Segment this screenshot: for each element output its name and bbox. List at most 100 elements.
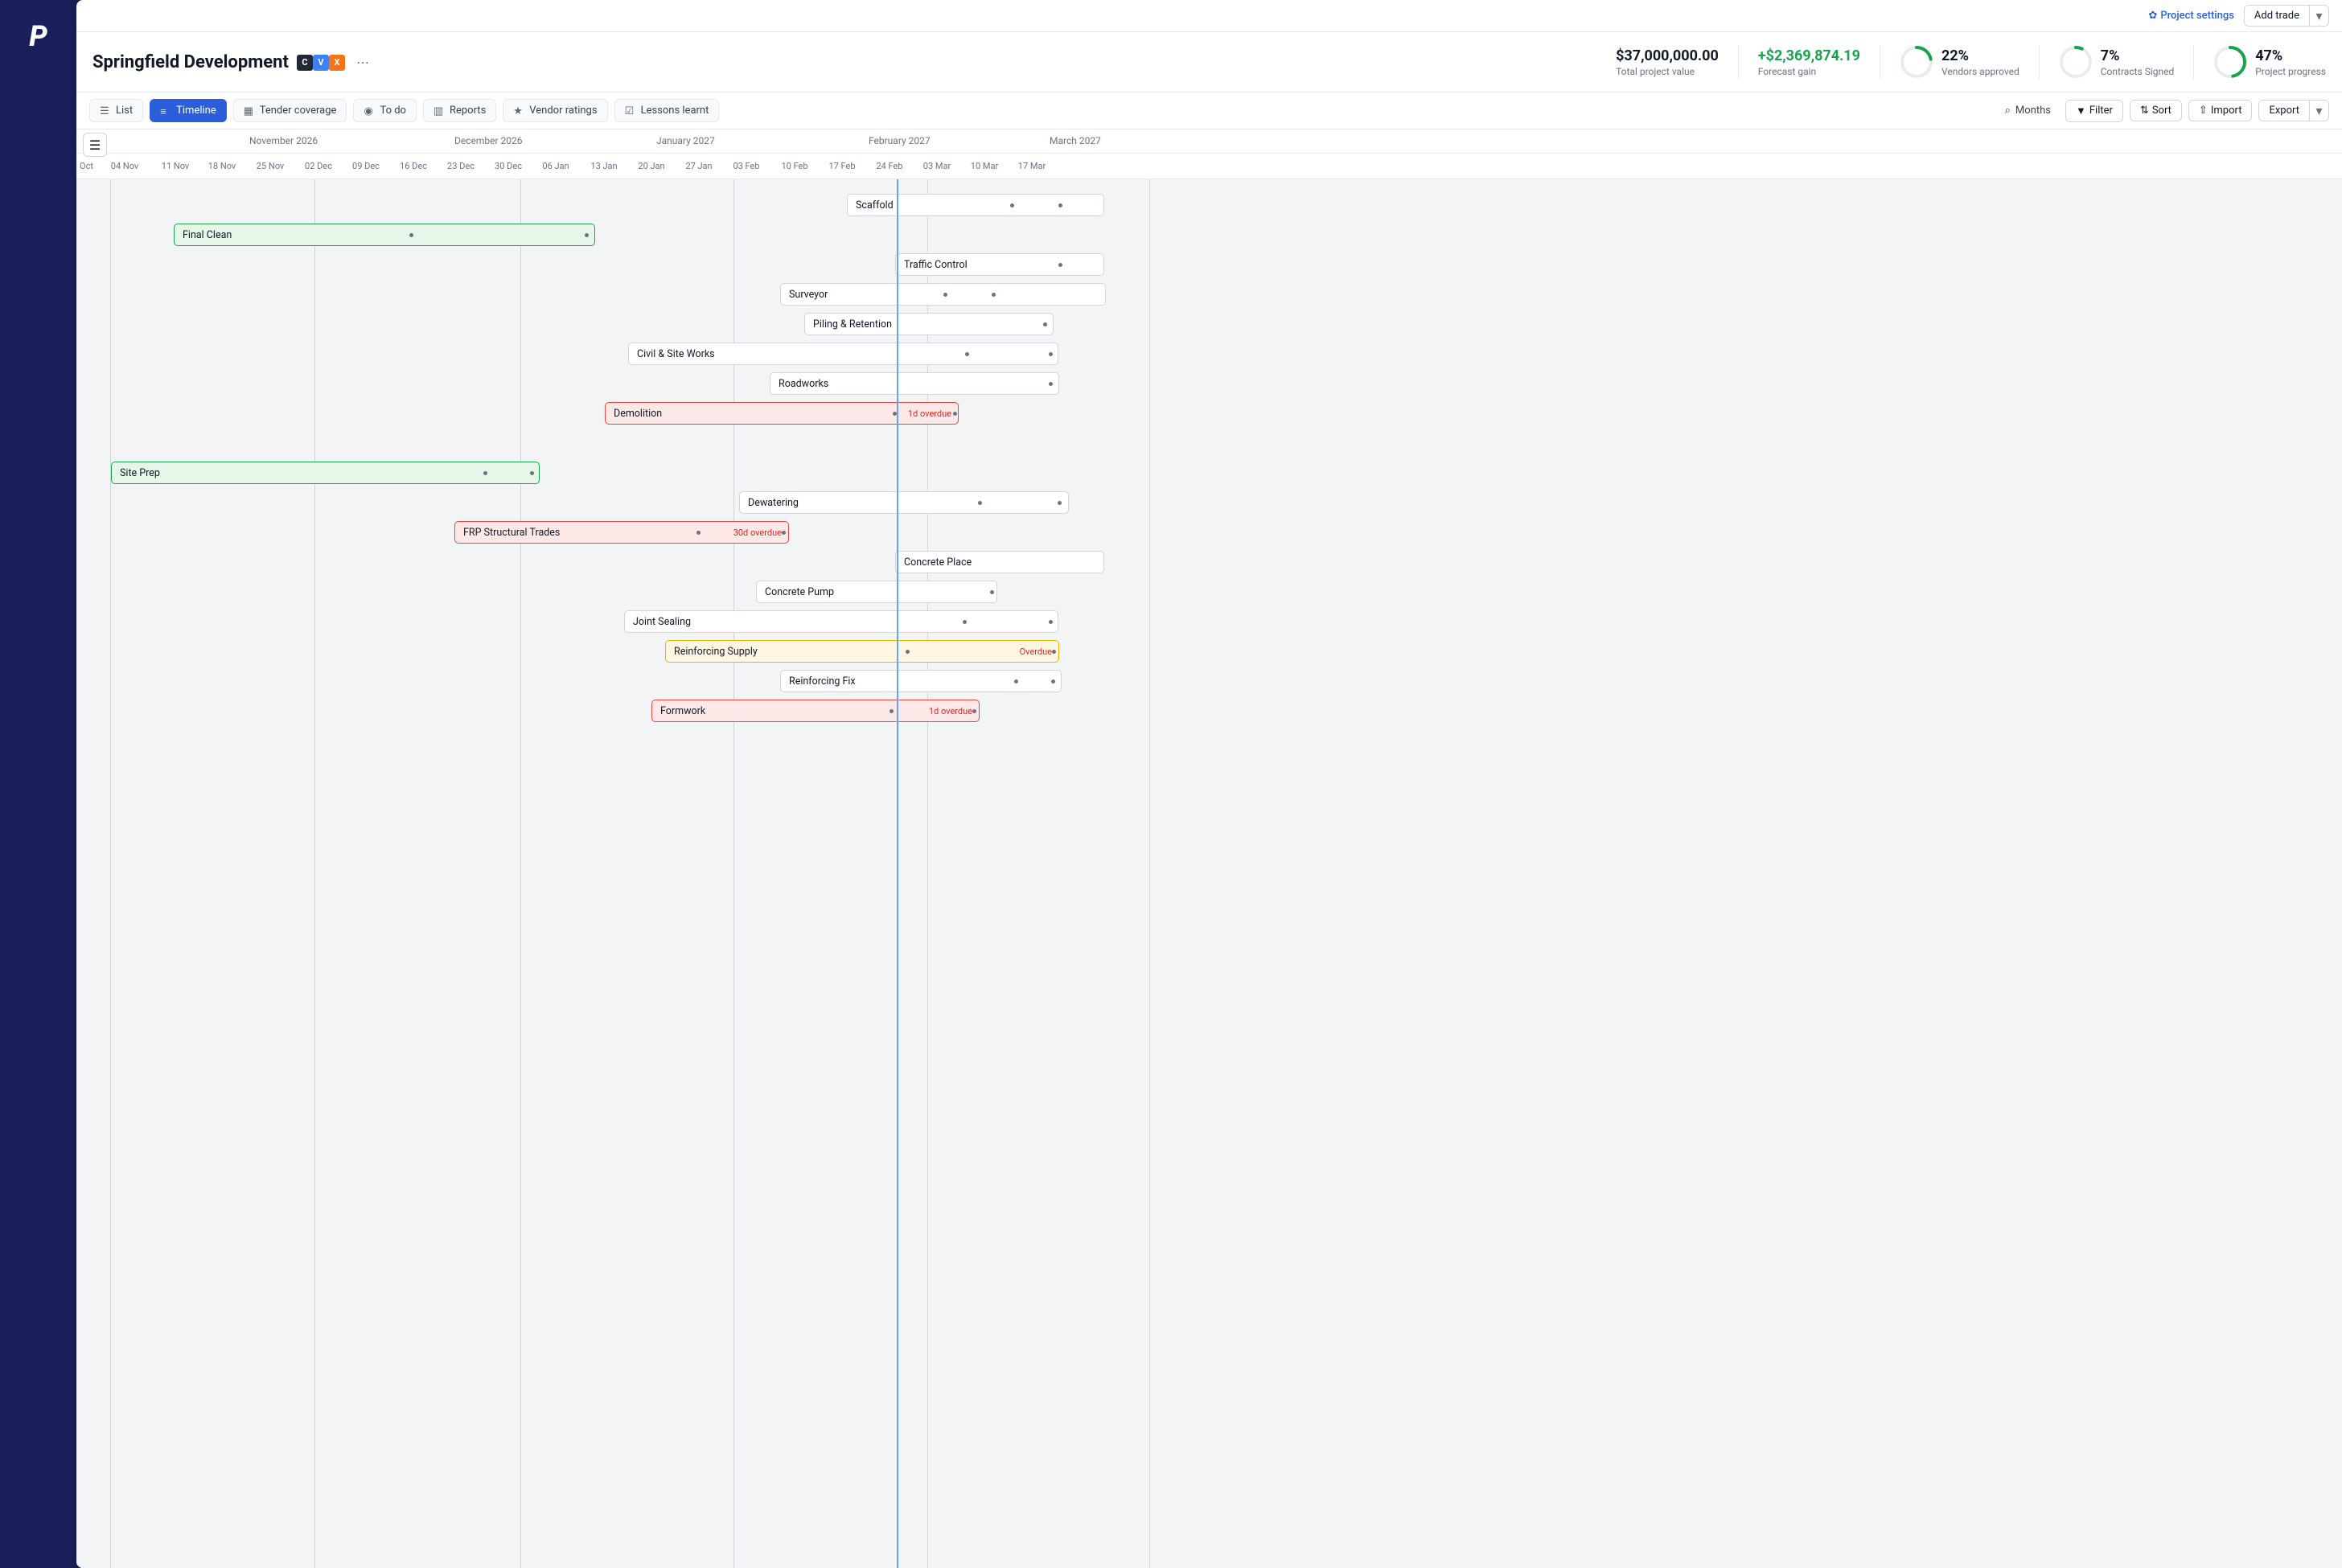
gantt-bar[interactable]: Final Clean [174,224,595,246]
add-trade-dropdown[interactable]: ▾ [2310,5,2329,27]
check-circle-icon: ◉ [364,105,375,117]
month-label: December 2026 [454,135,523,146]
gantt-bar[interactable]: Concrete Pump [756,581,997,603]
filter-icon: ▼ [2076,105,2086,117]
gantt-chart[interactable]: Scaffold Final Clean Traffic Control Survey… [76,179,2342,1568]
day-label: 17 Feb [828,161,855,171]
bar-label: Dewatering [748,497,799,509]
zoom-months[interactable]: ⌕Months [1997,100,2059,121]
ring-chart-vendors [1900,45,1933,79]
bar-label: Piling & Retention [813,318,892,330]
add-trade-button[interactable]: Add trade [2244,5,2310,27]
integration-badge[interactable]: C [297,55,313,71]
day-label: 24 Feb [876,161,902,171]
tab-lessons[interactable]: ☑Lessons learnt [614,99,720,122]
integration-badge[interactable]: X [329,55,345,71]
export-dropdown[interactable]: ▾ [2310,100,2329,121]
sort-icon: ⇅ [2140,105,2149,117]
milestone-dot [530,471,534,475]
tab-list[interactable]: ☰List [89,99,143,122]
gantt-bar[interactable]: Roadworks [770,372,1059,395]
app-logo: P [29,19,47,1568]
divider [2193,45,2194,79]
gantt-bar[interactable]: Joint Sealing [624,610,1058,633]
month-label: November 2026 [249,135,318,146]
day-label: 09 Dec [352,161,380,171]
gantt-bar[interactable]: Formwork1d overdue [651,700,980,722]
milestone-dot [890,709,894,713]
month-gridline [314,179,315,1568]
milestone-dot [1051,679,1055,683]
day-label: 10 Mar [971,161,998,171]
gantt-bar[interactable]: Traffic Control [895,253,1104,276]
gantt-bar[interactable]: Reinforcing Fix [780,670,1062,692]
more-icon[interactable]: ⋯ [353,55,372,70]
day-label: 13 Jan [590,161,617,171]
integration-badge[interactable]: V [313,55,329,71]
day-label: 04 Nov [111,161,138,171]
tab-tender[interactable]: ▦Tender coverage [233,99,347,122]
tab-timeline[interactable]: ≡Timeline [150,99,227,122]
gear-icon: ✿ [2148,10,2157,22]
milestone-dot [990,590,994,594]
milestone-dot [1010,203,1014,207]
gantt-bar[interactable]: Reinforcing SupplyOverdue [665,640,1059,663]
milestone-dot [906,650,910,654]
sort-button[interactable]: ⇅Sort [2130,100,2182,121]
add-trade-split: Add trade ▾ [2244,5,2329,27]
gantt-bar[interactable]: FRP Structural Trades 30d overdue [454,521,789,544]
project-title: Springfield Development [92,52,289,72]
gantt-bar[interactable]: Surveyor [780,283,1106,306]
stat-forecast-label: Forecast gain [1758,66,1860,77]
gantt-bar[interactable]: Demolition1d overdue [605,402,959,425]
gantt-bar[interactable]: Dewatering [739,491,1069,514]
gantt-bar[interactable]: Piling & Retention [804,313,1054,335]
stat-contracts-label: Contracts Signed [2101,66,2174,77]
bar-label: Formwork [660,705,705,717]
bar-label: FRP Structural Trades [463,527,560,539]
bar-label: Concrete Place [904,556,972,569]
bar-label: Surveyor [789,289,828,301]
divider [2039,45,2040,79]
main-panel: ✿ Project settings Add trade ▾ Springfie… [76,0,2342,1568]
tab-reports[interactable]: ▥Reports [423,99,496,122]
month-gridline [1149,179,1150,1568]
gantt-bar[interactable]: Scaffold [847,194,1104,216]
milestone-dot [943,293,947,297]
day-label: 11 Nov [162,161,189,171]
stat-vendors: 22% Vendors approved [1900,45,2019,79]
overdue-tag: 30d overdue [733,527,782,538]
gantt-bar[interactable]: Site Prep [111,462,540,484]
tab-vendor[interactable]: ★Vendor ratings [503,99,607,122]
days-header: Oct04 Nov11 Nov18 Nov25 Nov02 Dec09 Dec1… [76,154,2342,179]
filter-button[interactable]: ▼Filter [2065,100,2123,122]
stat-forecast-amount: +$2,369,874.19 [1758,47,1860,64]
sidebar: P [0,0,76,1568]
bar-label: Joint Sealing [633,616,691,628]
gantt-bar[interactable]: Concrete Place [895,551,1104,573]
day-label: 27 Jan [685,161,712,171]
export-button[interactable]: Export [2258,100,2310,121]
month-label: January 2027 [656,135,715,146]
bar-label: Roadworks [779,378,828,390]
month-gridline [110,179,111,1568]
day-label: 30 Dec [495,161,522,171]
stat-contracts-pct: 7% [2101,47,2174,64]
upload-icon: ⇧ [2199,105,2208,117]
check-square-icon: ☑ [625,105,636,117]
import-button[interactable]: ⇧Import [2188,100,2253,121]
stat-progress: 47% Project progress [2213,45,2326,79]
overdue-tag: Overdue [1020,646,1052,657]
project-settings-label: Project settings [2160,10,2234,22]
project-settings-link[interactable]: ✿ Project settings [2148,10,2234,22]
milestone-dot [1043,322,1047,326]
stat-contracts: 7% Contracts Signed [2059,45,2174,79]
panel-toggle-button[interactable]: ☰ [83,133,107,157]
day-label: 18 Nov [208,161,236,171]
gantt-bar[interactable]: Civil & Site Works [628,343,1058,365]
bar-label: Final Clean [183,229,232,241]
tab-todo[interactable]: ◉To do [353,99,417,122]
milestone-dot [696,531,701,535]
bar-label: Demolition [614,408,662,420]
day-label: Oct [80,161,93,171]
